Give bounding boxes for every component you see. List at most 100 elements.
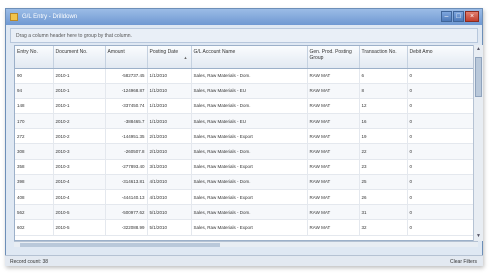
cell-entry-no[interactable]: 398 xyxy=(15,174,54,191)
cell-debit-amount[interactable]: 0 xyxy=(407,143,477,160)
cell-amount[interactable]: -388465.7 xyxy=(105,113,148,130)
cell-gl-account-name[interactable]: Sales, Raw Materials - Export xyxy=(191,159,308,175)
cell-document-no[interactable]: 2010-3 xyxy=(53,159,106,175)
title-bar[interactable]: G/L Entry - Drilldown – □ × xyxy=(6,9,482,25)
cell-amount[interactable]: -337450.74 xyxy=(105,98,148,115)
cell-amount[interactable]: -314613.81 xyxy=(105,174,148,191)
horizontal-scrollbar-thumb[interactable] xyxy=(20,243,220,247)
cell-debit-amount[interactable]: 0 xyxy=(407,83,477,99)
table-row[interactable]: 94 2010-1 -124968.87 1/1/2010 Sales, Raw Mat… xyxy=(15,83,477,99)
cell-gen-prod-posting-group[interactable]: RAW MAT xyxy=(307,68,360,84)
cell-entry-no[interactable]: 94 xyxy=(15,83,54,99)
cell-gl-account-name[interactable]: Sales, Raw Materials - Dom. xyxy=(191,143,308,160)
table-row[interactable]: 408 2010-4 -444140.13 4/1/2010 Sales, Raw Ma… xyxy=(15,189,477,206)
cell-gl-account-name[interactable]: Sales, Raw Materials - Dom. xyxy=(191,174,308,191)
cell-document-no[interactable]: 2010-1 xyxy=(53,98,106,115)
cell-posting-date[interactable]: 5/1/2010 xyxy=(147,204,192,221)
cell-gen-prod-posting-group[interactable]: RAW MAT xyxy=(307,83,360,99)
cell-entry-no[interactable]: 170 xyxy=(15,113,54,130)
cell-transaction-no[interactable]: 22 xyxy=(359,143,408,160)
cell-debit-amount[interactable]: 0 xyxy=(407,174,477,191)
cell-entry-no[interactable]: 562 xyxy=(15,204,54,221)
cell-gen-prod-posting-group[interactable]: RAW MAT xyxy=(307,189,360,206)
cell-posting-date[interactable]: 5/1/2010 xyxy=(147,219,192,236)
table-row[interactable]: 358 2010-3 -277893.40 3/1/2010 Sales, Raw Ma… xyxy=(15,159,477,175)
cell-entry-no[interactable]: 358 xyxy=(15,159,54,175)
table-row[interactable]: 308 2010-3 -260507.8 2/1/2010 Sales, Raw Mat… xyxy=(15,143,477,160)
cell-document-no[interactable]: 2010-5 xyxy=(53,204,106,221)
cell-entry-no[interactable]: 90 xyxy=(15,68,54,84)
table-row[interactable]: 272 2010-2 -144951.35 2/1/2010 Sales, Raw Ma… xyxy=(15,128,477,145)
table-row[interactable]: 90 2010-1 -582737.45 1/1/2010 Sales, Raw Mat… xyxy=(15,68,477,84)
table-row[interactable]: 602 2010-5 -322088.99 5/1/2010 Sales, Raw Ma… xyxy=(15,219,477,236)
cell-gen-prod-posting-group[interactable]: RAW MAT xyxy=(307,159,360,175)
cell-transaction-no[interactable]: 32 xyxy=(359,219,408,236)
cell-posting-date[interactable]: 1/1/2010 xyxy=(147,83,192,99)
table-row[interactable]: 398 2010-4 -314613.81 4/1/2010 Sales, Raw Ma… xyxy=(15,174,477,191)
cell-transaction-no[interactable]: 19 xyxy=(359,128,408,145)
cell-document-no[interactable]: 2010-2 xyxy=(53,128,106,145)
cell-gen-prod-posting-group[interactable]: RAW MAT xyxy=(307,128,360,145)
cell-gl-account-name[interactable]: Sales, Raw Materials - Export xyxy=(191,219,308,236)
column-header-document-no[interactable]: Document No. xyxy=(53,46,106,69)
cell-debit-amount[interactable]: 0 xyxy=(407,128,477,145)
cell-posting-date[interactable]: 1/1/2010 xyxy=(147,98,192,115)
cell-amount[interactable]: -260507.8 xyxy=(105,143,148,160)
cell-posting-date[interactable]: 3/1/2010 xyxy=(147,159,192,175)
cell-gl-account-name[interactable]: Sales, Raw Materials - Export xyxy=(191,189,308,206)
cell-amount[interactable]: -444140.13 xyxy=(105,189,148,206)
cell-posting-date[interactable]: 4/1/2010 xyxy=(147,189,192,206)
cell-debit-amount[interactable]: 0 xyxy=(407,113,477,130)
column-header-gl-account-name[interactable]: G/L Account Name xyxy=(191,46,308,69)
cell-amount[interactable]: -322088.99 xyxy=(105,219,148,236)
cell-gen-prod-posting-group[interactable]: RAW MAT xyxy=(307,204,360,221)
cell-entry-no[interactable]: 308 xyxy=(15,143,54,160)
cell-transaction-no[interactable]: 6 xyxy=(359,68,408,84)
cell-gl-account-name[interactable]: Sales, Raw Materials - Dom. xyxy=(191,68,308,84)
cell-transaction-no[interactable]: 31 xyxy=(359,204,408,221)
cell-document-no[interactable]: 2010-5 xyxy=(53,219,106,236)
cell-debit-amount[interactable]: 0 xyxy=(407,204,477,221)
cell-transaction-no[interactable]: 8 xyxy=(359,83,408,99)
cell-document-no[interactable]: 2010-4 xyxy=(53,174,106,191)
cell-gl-account-name[interactable]: Sales, Raw Materials - Export xyxy=(191,128,308,145)
cell-document-no[interactable]: 2010-1 xyxy=(53,68,106,84)
cell-debit-amount[interactable]: 0 xyxy=(407,159,477,175)
table-row[interactable]: 562 2010-5 -500977.62 5/1/2010 Sales, Raw Ma… xyxy=(15,204,477,221)
cell-debit-amount[interactable]: 0 xyxy=(407,98,477,115)
cell-entry-no[interactable]: 272 xyxy=(15,128,54,145)
cell-transaction-no[interactable]: 26 xyxy=(359,189,408,206)
cell-posting-date[interactable]: 2/1/2010 xyxy=(147,143,192,160)
table-row[interactable]: 170 2010-2 -388465.7 1/1/2010 Sales, Raw Mat… xyxy=(15,113,477,130)
close-button[interactable]: × xyxy=(465,11,479,22)
cell-debit-amount[interactable]: 0 xyxy=(407,189,477,206)
cell-gen-prod-posting-group[interactable]: RAW MAT xyxy=(307,113,360,130)
cell-document-no[interactable]: 2010-4 xyxy=(53,189,106,206)
cell-amount[interactable]: -500977.62 xyxy=(105,204,148,221)
cell-debit-amount[interactable]: 0 xyxy=(407,219,477,236)
cell-gen-prod-posting-group[interactable]: RAW MAT xyxy=(307,98,360,115)
cell-posting-date[interactable]: 2/1/2010 xyxy=(147,128,192,145)
scroll-down-icon[interactable]: ▼ xyxy=(474,232,483,241)
cell-entry-no[interactable]: 148 xyxy=(15,98,54,115)
column-header-entry-no[interactable]: Entry No. xyxy=(15,46,54,69)
clear-filters-button[interactable]: Clear Filters xyxy=(450,259,477,265)
cell-gl-account-name[interactable]: Sales, Raw Materials - Dom. xyxy=(191,98,308,115)
column-header-transaction-no[interactable]: Transaction No. xyxy=(359,46,408,69)
cell-document-no[interactable]: 2010-1 xyxy=(53,83,106,99)
cell-amount[interactable]: -124968.87 xyxy=(105,83,148,99)
minimize-button[interactable]: – xyxy=(441,11,452,22)
cell-gl-account-name[interactable]: Sales, Raw Materials - EU xyxy=(191,83,308,99)
cell-gl-account-name[interactable]: Sales, Raw Materials - Dom. xyxy=(191,204,308,221)
cell-transaction-no[interactable]: 16 xyxy=(359,113,408,130)
cell-amount[interactable]: -277893.40 xyxy=(105,159,148,175)
cell-amount[interactable]: -144951.35 xyxy=(105,128,148,145)
cell-debit-amount[interactable]: 0 xyxy=(407,68,477,84)
cell-gen-prod-posting-group[interactable]: RAW MAT xyxy=(307,219,360,236)
column-header-amount[interactable]: Amount xyxy=(105,46,148,69)
vertical-scrollbar[interactable]: ▲ ▼ xyxy=(473,45,483,241)
cell-transaction-no[interactable]: 12 xyxy=(359,98,408,115)
scroll-up-icon[interactable]: ▲ xyxy=(474,45,483,54)
cell-gen-prod-posting-group[interactable]: RAW MAT xyxy=(307,143,360,160)
column-header-posting-date[interactable]: Posting Date ▲ xyxy=(147,46,192,69)
